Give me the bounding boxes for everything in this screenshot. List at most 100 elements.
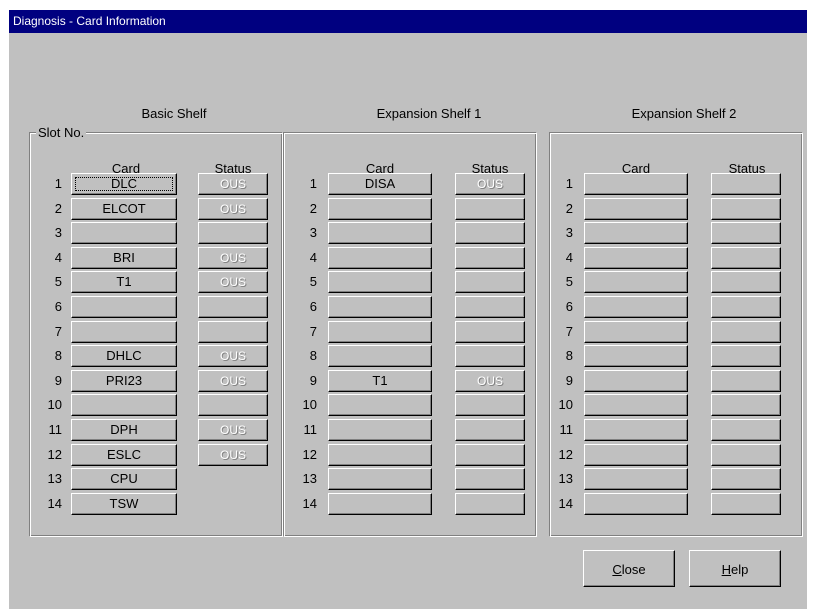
exp1-slot-number: 1 <box>309 176 317 191</box>
basic-card-button[interactable] <box>71 296 177 318</box>
exp2-card-button[interactable] <box>584 321 688 343</box>
exp2-card-button[interactable] <box>584 493 688 515</box>
basic-card-button[interactable]: DLC <box>71 173 177 195</box>
exp2-slot-number: 2 <box>565 201 573 216</box>
basic-status-button[interactable]: OUS <box>198 247 268 269</box>
exp2-status-button[interactable] <box>711 394 781 416</box>
exp1-card-button[interactable]: T1 <box>328 370 432 392</box>
exp1-card-button[interactable] <box>328 345 432 367</box>
basic-status-button[interactable] <box>198 394 268 416</box>
close-button[interactable]: Close <box>583 550 675 587</box>
exp1-status-button[interactable] <box>455 419 525 441</box>
exp2-card-button[interactable] <box>584 247 688 269</box>
exp2-status-button[interactable] <box>711 198 781 220</box>
exp1-status-button[interactable] <box>455 468 525 490</box>
exp2-card-button[interactable] <box>584 296 688 318</box>
help-button[interactable]: Help <box>689 550 781 587</box>
exp2-card-button[interactable] <box>584 419 688 441</box>
basic-card-button[interactable]: DHLC <box>71 345 177 367</box>
exp2-card-button[interactable] <box>584 444 688 466</box>
basic-status-button[interactable]: OUS <box>198 271 268 293</box>
exp2-card-button[interactable] <box>584 370 688 392</box>
basic-card-button[interactable]: CPU <box>71 468 177 490</box>
exp2-status-button[interactable] <box>711 173 781 195</box>
exp1-slot-number: 11 <box>303 422 318 437</box>
exp2-card-button[interactable] <box>584 222 688 244</box>
card-information-dialog: Diagnosis - Card Information Basic Shelf… <box>9 10 807 609</box>
exp2-status-button[interactable] <box>711 468 781 490</box>
basic-status-button[interactable] <box>198 296 268 318</box>
exp1-slot-number: 2 <box>309 201 317 216</box>
exp1-status-button[interactable]: OUS <box>455 370 525 392</box>
basic-card-button[interactable]: ELCOT <box>71 198 177 220</box>
basic-card-button[interactable]: DPH <box>71 419 177 441</box>
basic-status-button[interactable] <box>198 321 268 343</box>
exp2-status-button[interactable] <box>711 222 781 244</box>
exp1-card-button[interactable] <box>328 222 432 244</box>
basic-status-button[interactable]: OUS <box>198 444 268 466</box>
exp1-status-button[interactable] <box>455 296 525 318</box>
exp1-status-button[interactable] <box>455 247 525 269</box>
exp1-status-button[interactable] <box>455 493 525 515</box>
exp2-status-button[interactable] <box>711 419 781 441</box>
exp1-card-button[interactable] <box>328 247 432 269</box>
basic-status-button[interactable]: OUS <box>198 173 268 195</box>
exp1-card-button[interactable] <box>328 271 432 293</box>
exp2-card-button[interactable] <box>584 468 688 490</box>
basic-card-button[interactable]: PRI23 <box>71 370 177 392</box>
exp2-status-button[interactable] <box>711 271 781 293</box>
basic-card-button[interactable]: BRI <box>71 247 177 269</box>
exp2-card-button[interactable] <box>584 198 688 220</box>
exp2-status-button[interactable] <box>711 444 781 466</box>
exp1-status-button[interactable]: OUS <box>455 173 525 195</box>
expansion-shelf-1-title: Expansion Shelf 1 <box>376 106 482 121</box>
exp1-status-button[interactable] <box>455 444 525 466</box>
basic-card-button[interactable]: ESLC <box>71 444 177 466</box>
exp2-status-button[interactable] <box>711 493 781 515</box>
exp1-card-button[interactable] <box>328 468 432 490</box>
exp2-status-button[interactable] <box>711 321 781 343</box>
exp1-status-button[interactable] <box>455 394 525 416</box>
exp2-card-button[interactable] <box>584 345 688 367</box>
basic-slot-number: 1 <box>54 176 62 191</box>
exp2-status-button[interactable] <box>711 370 781 392</box>
exp1-slot-number: 7 <box>309 324 317 339</box>
basic-card-button[interactable] <box>71 222 177 244</box>
exp2-slot-number: 10 <box>558 397 573 412</box>
exp1-card-button[interactable] <box>328 296 432 318</box>
exp1-card-button[interactable] <box>328 198 432 220</box>
basic-status-button[interactable] <box>198 222 268 244</box>
exp1-status-button[interactable] <box>455 222 525 244</box>
exp2-status-button[interactable] <box>711 345 781 367</box>
exp1-card-button[interactable] <box>328 394 432 416</box>
exp1-card-button[interactable]: DISA <box>328 173 432 195</box>
basic-status-button[interactable]: OUS <box>198 345 268 367</box>
exp1-status-button[interactable] <box>455 198 525 220</box>
exp1-card-button[interactable] <box>328 321 432 343</box>
basic-slot-number: 10 <box>47 397 62 412</box>
exp1-status-button[interactable] <box>455 271 525 293</box>
basic-slot-number: 14 <box>47 496 62 511</box>
exp1-card-button[interactable] <box>328 419 432 441</box>
exp2-slot-number: 6 <box>565 299 573 314</box>
exp2-status-button[interactable] <box>711 296 781 318</box>
basic-card-button[interactable] <box>71 321 177 343</box>
exp2-slot-number: 1 <box>565 176 573 191</box>
basic-status-button[interactable]: OUS <box>198 419 268 441</box>
basic-card-button[interactable]: TSW <box>71 493 177 515</box>
exp2-card-button[interactable] <box>584 173 688 195</box>
exp2-card-button[interactable] <box>584 271 688 293</box>
basic-card-button[interactable]: T1 <box>71 271 177 293</box>
exp2-slot-number: 11 <box>559 422 574 437</box>
title-bar: Diagnosis - Card Information <box>9 10 807 33</box>
exp1-status-button[interactable] <box>455 321 525 343</box>
exp1-card-button[interactable] <box>328 444 432 466</box>
exp1-card-button[interactable] <box>328 493 432 515</box>
basic-status-button[interactable]: OUS <box>198 370 268 392</box>
basic-card-button[interactable] <box>71 394 177 416</box>
basic-slot-number: 5 <box>54 274 62 289</box>
exp1-status-button[interactable] <box>455 345 525 367</box>
basic-status-button[interactable]: OUS <box>198 198 268 220</box>
exp2-card-button[interactable] <box>584 394 688 416</box>
exp2-status-button[interactable] <box>711 247 781 269</box>
